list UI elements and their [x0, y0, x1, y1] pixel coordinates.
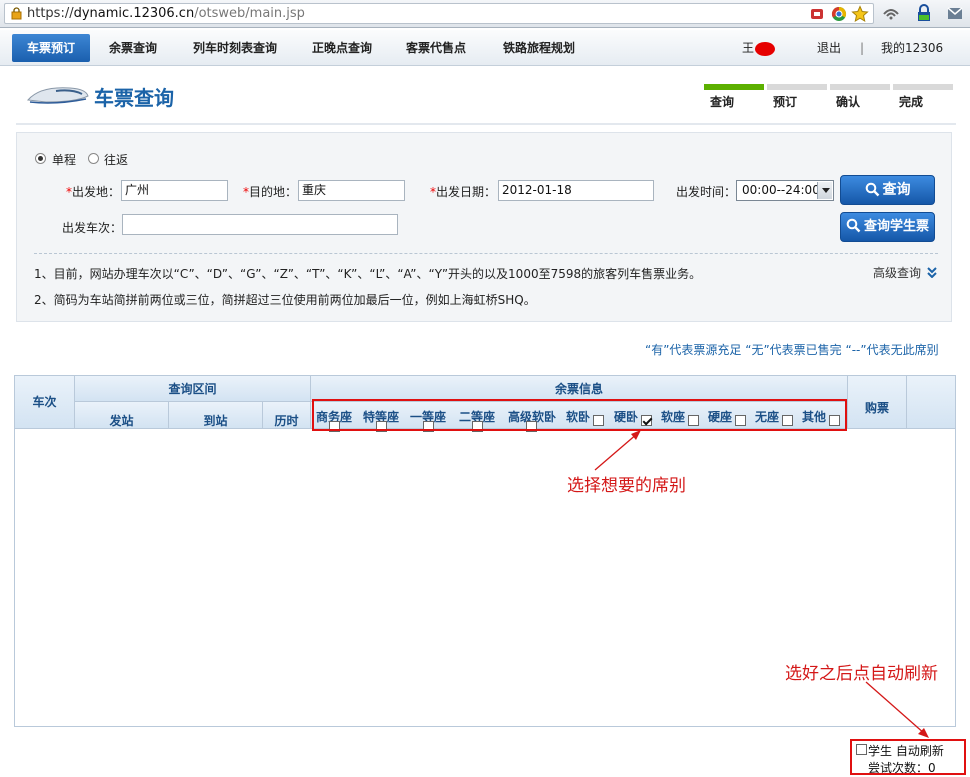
checkbox-auto-refresh[interactable] [856, 744, 867, 755]
col-buy: 购票 [848, 376, 907, 429]
radio-round-trip[interactable] [88, 153, 99, 164]
address-bar[interactable]: https://dynamic.12306.cn/otsweb/main.jsp [4, 3, 874, 24]
attempts-value: 0 [928, 761, 936, 775]
one-way-label: 单程 [52, 153, 77, 167]
attempts-counter: 尝试次数：0 [868, 759, 936, 776]
lock-icon [11, 7, 22, 20]
round-trip-label: 往返 [104, 153, 129, 167]
from-label: *出发地： [66, 183, 120, 200]
annotation-auto-refresh: 选好之后点自动刷新 [785, 664, 938, 684]
browser-toolbar: https://dynamic.12306.cn/otsweb/main.jsp [0, 0, 970, 28]
to-station-input[interactable]: 重庆 [298, 180, 405, 201]
user-greeting: 王 [742, 34, 776, 62]
step-query: 查询 [710, 95, 735, 109]
search-icon [865, 182, 879, 197]
seat-selection-highlight [312, 399, 847, 431]
time-label: 出发时间： [676, 185, 737, 199]
chrome-icon[interactable] [830, 5, 848, 23]
availability-legend: “有”代表票源充足 “无”代表票已售完 “--”代表无此席别 [645, 343, 939, 357]
user-name: 王 [742, 41, 755, 55]
note-1: 1、目前，网站办理车次以“C”、“D”、“G”、“Z”、“T”、“K”、“L”、… [34, 267, 702, 281]
group-interval-header: 查询区间 [75, 376, 311, 402]
col-to-station: 到站 [169, 402, 263, 429]
date-label-text: 出发日期： [436, 185, 497, 199]
train-logo-icon [27, 87, 89, 104]
student-ticket-label: 查询学生票 [863, 219, 929, 234]
attempts-label: 尝试次数： [868, 761, 929, 775]
url-host: dynamic.12306.cn [73, 6, 195, 21]
double-chevron-down-icon [927, 267, 937, 279]
counter-extension-icon[interactable] [915, 4, 933, 22]
page-action-icon[interactable] [808, 5, 826, 23]
search-button[interactable]: 查询 [840, 175, 935, 205]
auto-refresh-box: 学生 自动刷新 尝试次数：0 [850, 739, 966, 775]
to-label-text: 目的地： [249, 185, 298, 199]
url-path: /otsweb/main.jsp [194, 6, 305, 21]
step-bar-confirm [830, 84, 890, 90]
chevron-down-icon [817, 182, 832, 199]
auto-refresh-label[interactable]: 学生 自动刷新 [868, 742, 944, 759]
train-number-label: 出发车次： [62, 221, 123, 235]
page-title: 车票查询 [94, 86, 174, 110]
url-scheme: https:// [27, 6, 74, 21]
url-text: https://dynamic.12306.cn/otsweb/main.jsp [27, 6, 305, 21]
radio-one-way[interactable] [35, 153, 46, 164]
step-done: 完成 [899, 95, 924, 109]
search-button-label: 查询 [882, 182, 911, 198]
step-bar-book [767, 84, 827, 90]
nav-ticket-booking[interactable]: 车票预订 [12, 34, 90, 62]
step-bar-query [704, 84, 764, 90]
student-ticket-button[interactable]: 查询学生票 [840, 212, 935, 242]
from-station-input[interactable]: 广州 [121, 180, 228, 201]
time-select-value: 00:00--24:00 [742, 183, 820, 197]
time-select[interactable]: 00:00--24:00 [736, 180, 834, 201]
nav-remaining-tickets[interactable]: 余票查询 [98, 34, 168, 62]
to-label: *目的地： [243, 183, 297, 200]
step-book: 预订 [773, 95, 798, 109]
col-train-number: 车次 [15, 376, 75, 429]
nav-separator: | [860, 41, 865, 55]
annotation-select-seat: 选择想要的席别 [567, 476, 686, 496]
date-input[interactable]: 2012-01-18 [498, 180, 654, 201]
nav-agency[interactable]: 客票代售点 [396, 34, 476, 62]
note-2: 2、简码为车站简拼前两位或三位，简拼超过三位使用前两位加最后一位，例如上海虹桥S… [34, 293, 536, 307]
page: https://dynamic.12306.cn/otsweb/main.jsp… [0, 0, 970, 777]
header-filler [907, 376, 955, 429]
advanced-search-link[interactable]: 高级查询 [873, 264, 937, 281]
nav-timetable[interactable]: 列车时刻表查询 [180, 34, 290, 62]
nav-punctuality[interactable]: 正晚点查询 [302, 34, 382, 62]
logout-link[interactable]: 退出 [817, 34, 841, 62]
bookmark-star-icon[interactable] [851, 5, 869, 23]
col-duration: 历时 [263, 402, 311, 429]
col-from-station: 发站 [75, 402, 169, 429]
arrow-to-refresh-head [918, 728, 929, 738]
my-account-link[interactable]: 我的12306 [881, 34, 943, 62]
search-icon [846, 218, 861, 233]
step-confirm: 确认 [836, 95, 861, 109]
train-number-input[interactable] [122, 214, 398, 235]
step-bar-done [893, 84, 953, 90]
title-divider [16, 123, 956, 125]
redaction-mark [755, 41, 776, 56]
mail-icon[interactable] [946, 4, 964, 22]
advanced-search-label: 高级查询 [873, 266, 922, 280]
nav-journey-planner[interactable]: 铁路旅程规划 [492, 34, 586, 62]
from-label-text: 出发地： [72, 185, 121, 199]
date-label: *出发日期： [430, 183, 496, 200]
panel-divider [34, 253, 938, 254]
extension-icon[interactable] [882, 4, 900, 22]
main-nav: 车票预订 余票查询 列车时刻表查询 正晚点查询 客票代售点 铁路旅程规划 王 退… [0, 30, 970, 66]
